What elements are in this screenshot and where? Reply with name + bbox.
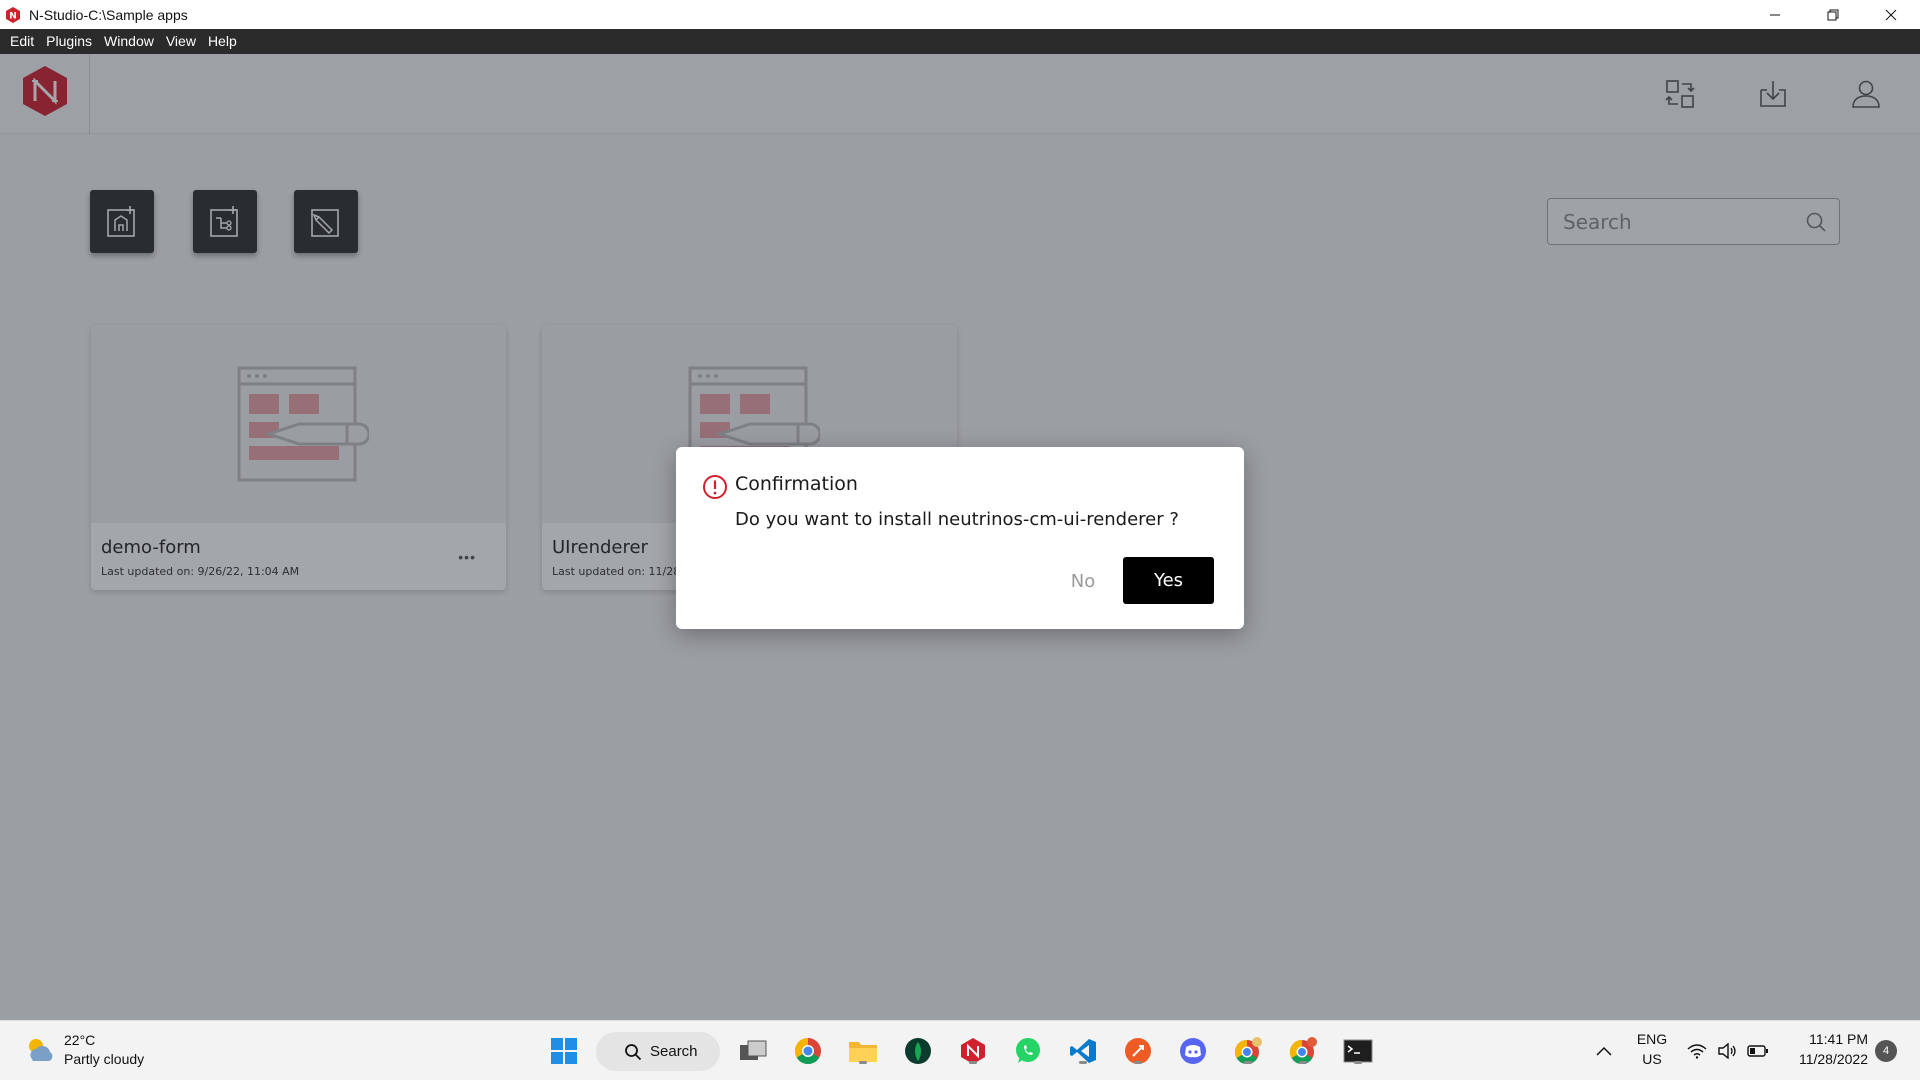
- clock[interactable]: 11:41 PM 11/28/2022: [1784, 1029, 1868, 1069]
- window-controls: [1746, 0, 1920, 29]
- yes-button[interactable]: Yes: [1123, 557, 1214, 604]
- battery-button[interactable]: [1744, 1035, 1772, 1067]
- title-bar: N N-Studio-C:\Sample apps: [0, 0, 1920, 29]
- clock-date: 11/28/2022: [1798, 1051, 1868, 1067]
- task-view-button[interactable]: [737, 1035, 769, 1067]
- partly-cloudy-icon: [29, 1039, 53, 1061]
- taskbar-search-label: Search: [650, 1043, 698, 1060]
- n-studio-taskbar-button[interactable]: [957, 1035, 989, 1067]
- dialog-message: Do you want to install neutrinos-cm-ui-r…: [735, 509, 1179, 530]
- discord-icon: [1180, 1038, 1206, 1064]
- running-indicator: [969, 1061, 977, 1064]
- warning-icon: [703, 475, 727, 499]
- close-icon: [1885, 9, 1897, 20]
- svg-text:N: N: [9, 11, 17, 21]
- whatsapp-taskbar-button[interactable]: [1012, 1035, 1044, 1067]
- clock-time: 11:41 PM: [1809, 1031, 1868, 1047]
- mongodb-icon: [905, 1038, 931, 1064]
- mongodb-compass-taskbar-button[interactable]: [902, 1035, 934, 1067]
- wifi-icon: [1687, 1044, 1707, 1059]
- language-code: ENG: [1636, 1031, 1668, 1047]
- start-button[interactable]: [548, 1035, 580, 1067]
- dialog-title: Confirmation: [735, 473, 858, 495]
- running-indicator: [1079, 1061, 1087, 1064]
- running-indicator: [1134, 1061, 1142, 1064]
- running-indicator: [1299, 1061, 1307, 1064]
- n-studio-logo-icon: N: [6, 6, 20, 23]
- search-icon: [625, 1043, 642, 1060]
- running-indicator: [1354, 1061, 1362, 1064]
- menu-help[interactable]: Help: [202, 29, 243, 54]
- language-indicator[interactable]: ENG US: [1634, 1029, 1670, 1069]
- menu-edit[interactable]: Edit: [4, 29, 40, 54]
- restore-button[interactable]: [1804, 0, 1862, 29]
- running-indicator: [1244, 1061, 1252, 1064]
- menu-view[interactable]: View: [160, 29, 202, 54]
- notification-badge[interactable]: 4: [1875, 1040, 1897, 1062]
- minimize-icon: [1770, 14, 1780, 15]
- weather-widget[interactable]: 22°C Partly cloudy: [22, 1031, 144, 1069]
- chrome-profile2-taskbar-button[interactable]: [1287, 1035, 1319, 1067]
- close-button[interactable]: [1862, 0, 1920, 29]
- windows-start-icon: [551, 1038, 577, 1064]
- show-hidden-icons-button[interactable]: [1592, 1035, 1616, 1067]
- menu-plugins[interactable]: Plugins: [40, 29, 98, 54]
- postman-taskbar-button[interactable]: [1122, 1035, 1154, 1067]
- chrome-profile-taskbar-button[interactable]: [1232, 1035, 1264, 1067]
- restore-icon: [1827, 9, 1839, 20]
- battery-icon: [1747, 1045, 1768, 1057]
- volume-button[interactable]: [1713, 1035, 1741, 1067]
- task-view-icon: [740, 1040, 767, 1060]
- region-code: US: [1642, 1051, 1662, 1067]
- chrome-taskbar-button[interactable]: [792, 1035, 824, 1067]
- wifi-button[interactable]: [1683, 1035, 1711, 1067]
- confirmation-dialog: Confirmation Do you want to install neut…: [676, 447, 1244, 629]
- whatsapp-icon: [1016, 1038, 1040, 1063]
- vscode-taskbar-button[interactable]: [1067, 1035, 1099, 1067]
- weather-temperature: 22°C: [64, 1032, 96, 1048]
- minimize-button[interactable]: [1746, 0, 1804, 29]
- taskbar: 22°C Partly cloudy Search ENG US 11:41 P…: [0, 1020, 1920, 1080]
- chevron-up-icon: [1596, 1046, 1612, 1056]
- volume-icon: [1718, 1043, 1736, 1059]
- no-button[interactable]: No: [1047, 558, 1119, 604]
- discord-taskbar-button[interactable]: [1177, 1035, 1209, 1067]
- running-indicator: [859, 1061, 867, 1064]
- menu-window[interactable]: Window: [98, 29, 160, 54]
- terminal-taskbar-button[interactable]: [1342, 1035, 1374, 1067]
- window-title: N-Studio-C:\Sample apps: [29, 6, 188, 23]
- file-explorer-taskbar-button[interactable]: [847, 1035, 879, 1067]
- menu-bar: Edit Plugins Window View Help: [0, 29, 1920, 54]
- chrome-icon: [794, 1037, 821, 1065]
- weather-condition: Partly cloudy: [64, 1051, 145, 1067]
- taskbar-search-button[interactable]: Search: [596, 1032, 720, 1071]
